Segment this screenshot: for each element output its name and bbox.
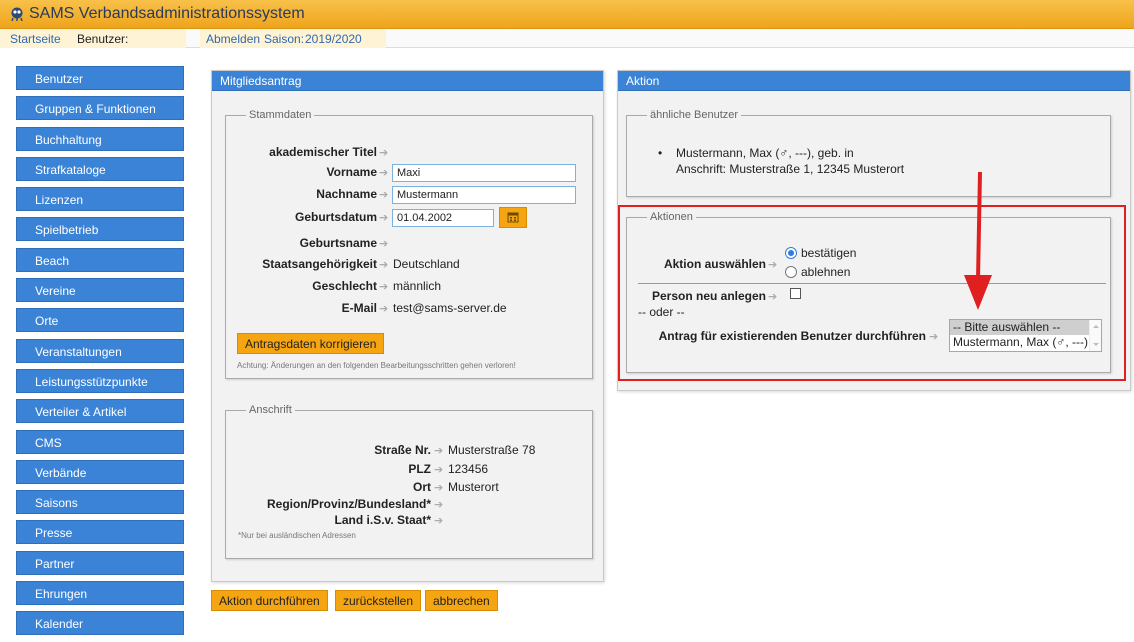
anschrift-note: *Nur bei ausländischen Adressen xyxy=(238,531,356,540)
benutzer-label: Benutzer: xyxy=(77,32,129,46)
saison-value-link[interactable]: 2019/2020 xyxy=(305,32,362,46)
sidebar-item-lizenzen[interactable]: Lizenzen xyxy=(16,187,184,212)
annotation-arrow-icon xyxy=(964,171,992,310)
sams-logo-icon xyxy=(11,7,23,21)
similar-user-name: Mustermann, Max (♂, ---), geb. in xyxy=(676,146,854,160)
plz-label: PLZ xyxy=(408,462,431,476)
mitgliedsantrag-panel: Mitgliedsantrag Stammdaten akademischer … xyxy=(211,70,604,582)
zurueckstellen-button[interactable]: zurückstellen xyxy=(335,590,422,611)
geburtsdatum-input[interactable] xyxy=(392,209,494,227)
arrow-icon: ➔ xyxy=(379,189,389,201)
startseite-link[interactable]: Startseite xyxy=(10,32,61,46)
app-title: SAMS Verbandsadministrationssystem xyxy=(29,5,305,22)
sidebar-item-benutzer[interactable]: Benutzer xyxy=(16,66,184,90)
region-label: Region/Provinz/Bundesland* xyxy=(266,497,431,511)
sidebar: Benutzer Gruppen & Funktionen Buchhaltung S… xyxy=(16,66,184,642)
geschlecht-label: Geschlecht xyxy=(312,279,377,293)
anschrift-legend: Anschrift xyxy=(249,404,292,416)
staat-value: Deutschland xyxy=(393,257,460,271)
vorname-label: Vorname xyxy=(326,165,377,179)
arrow-icon: ➔ xyxy=(379,147,389,159)
sidebar-item-cms[interactable]: CMS xyxy=(16,429,184,454)
abmelden-link[interactable]: Abmelden xyxy=(206,32,260,46)
arrow-icon: ➔ xyxy=(434,515,444,527)
saison-label: Saison: xyxy=(264,32,305,46)
sidebar-item-strafkataloge[interactable]: Strafkataloge xyxy=(16,156,184,181)
highlight-box xyxy=(618,205,1126,381)
email-label: E-Mail xyxy=(341,301,377,315)
sidebar-item-beach[interactable]: Beach xyxy=(16,247,184,272)
stammdaten-legend: Stammdaten xyxy=(249,109,312,121)
sidebar-item-saisons[interactable]: Saisons xyxy=(16,490,184,515)
geschlecht-value: männlich xyxy=(393,279,442,293)
sidebar-item-gruppen-funktionen[interactable]: Gruppen & Funktionen xyxy=(16,96,184,121)
ort-value: Musterort xyxy=(448,480,499,494)
email-value: test@sams-server.de xyxy=(393,301,507,315)
vorname-input[interactable] xyxy=(392,164,576,182)
antragsdaten-korrigieren-button[interactable]: Antragsdaten korrigieren xyxy=(237,333,385,354)
sidebar-item-presse[interactable]: Presse xyxy=(16,520,184,545)
sidebar-item-orte[interactable]: Orte xyxy=(16,308,184,333)
arrow-icon: ➔ xyxy=(379,212,389,224)
arrow-icon: ➔ xyxy=(434,464,444,476)
panel-header: Aktion xyxy=(618,71,1130,91)
sidebar-item-verbände[interactable]: Verbände xyxy=(16,459,184,484)
bullet-icon: • xyxy=(658,146,663,160)
sidebar-item-ehrungen[interactable]: Ehrungen xyxy=(16,581,184,606)
arrow-icon: ➔ xyxy=(434,482,444,494)
sidebar-item-spielbetrieb[interactable]: Spielbetrieb xyxy=(16,217,184,242)
plz-value: 123456 xyxy=(448,462,489,476)
arrow-icon: ➔ xyxy=(379,281,389,293)
warning-text: Achtung: Änderungen an den folgenden Bea… xyxy=(237,361,516,370)
nachname-input[interactable] xyxy=(392,186,576,204)
arrow-icon: ➔ xyxy=(379,303,389,315)
sidebar-item-leistungsstützpunkte[interactable]: Leistungsstützpunkte xyxy=(16,368,184,393)
aehnliche-legend: ähnliche Benutzer xyxy=(650,109,739,121)
sidebar-item-kalender[interactable]: Kalender xyxy=(16,611,184,636)
arrow-icon: ➔ xyxy=(379,259,389,271)
arrow-icon: ➔ xyxy=(434,445,444,457)
arrow-icon: ➔ xyxy=(379,167,389,179)
title-bar: SAMS Verbandsadministrationssystem xyxy=(0,0,1134,29)
ort-label: Ort xyxy=(413,480,431,494)
panel-header: Mitgliedsantrag xyxy=(212,71,603,91)
titel-label: akademischer Titel xyxy=(269,145,377,159)
geburtsdatum-label: Geburtsdatum xyxy=(294,210,377,224)
strasse-value: Musterstraße 78 xyxy=(448,443,536,457)
similar-user-address: Anschrift: Musterstraße 1, 12345 Mustero… xyxy=(676,162,905,176)
sidebar-item-vereine[interactable]: Vereine xyxy=(16,278,184,303)
sidebar-item-buchhaltung[interactable]: Buchhaltung xyxy=(16,126,184,151)
nachname-label: Nachname xyxy=(316,187,377,201)
arrow-icon: ➔ xyxy=(434,499,444,511)
calendar-icon xyxy=(507,212,519,223)
sidebar-item-veranstaltungen[interactable]: Veranstaltungen xyxy=(16,338,184,363)
sidebar-item-partner[interactable]: Partner xyxy=(16,550,184,575)
geburtsname-label: Geburtsname xyxy=(299,236,377,250)
sidebar-item-verteiler-artikel[interactable]: Verteiler & Artikel xyxy=(16,399,184,424)
aktion-durchfuehren-button[interactable]: Aktion durchführen xyxy=(211,590,328,611)
abbrechen-button[interactable]: abbrechen xyxy=(425,590,498,611)
staat-label: Staatsangehörigkeit xyxy=(262,257,377,271)
arrow-icon: ➔ xyxy=(379,238,389,250)
strasse-label: Straße Nr. xyxy=(374,443,431,457)
calendar-button[interactable] xyxy=(499,207,527,228)
top-nav: Startseite Benutzer: Abmelden Saison: 20… xyxy=(0,29,1134,48)
land-label: Land i.S.v. Staat* xyxy=(334,513,431,527)
